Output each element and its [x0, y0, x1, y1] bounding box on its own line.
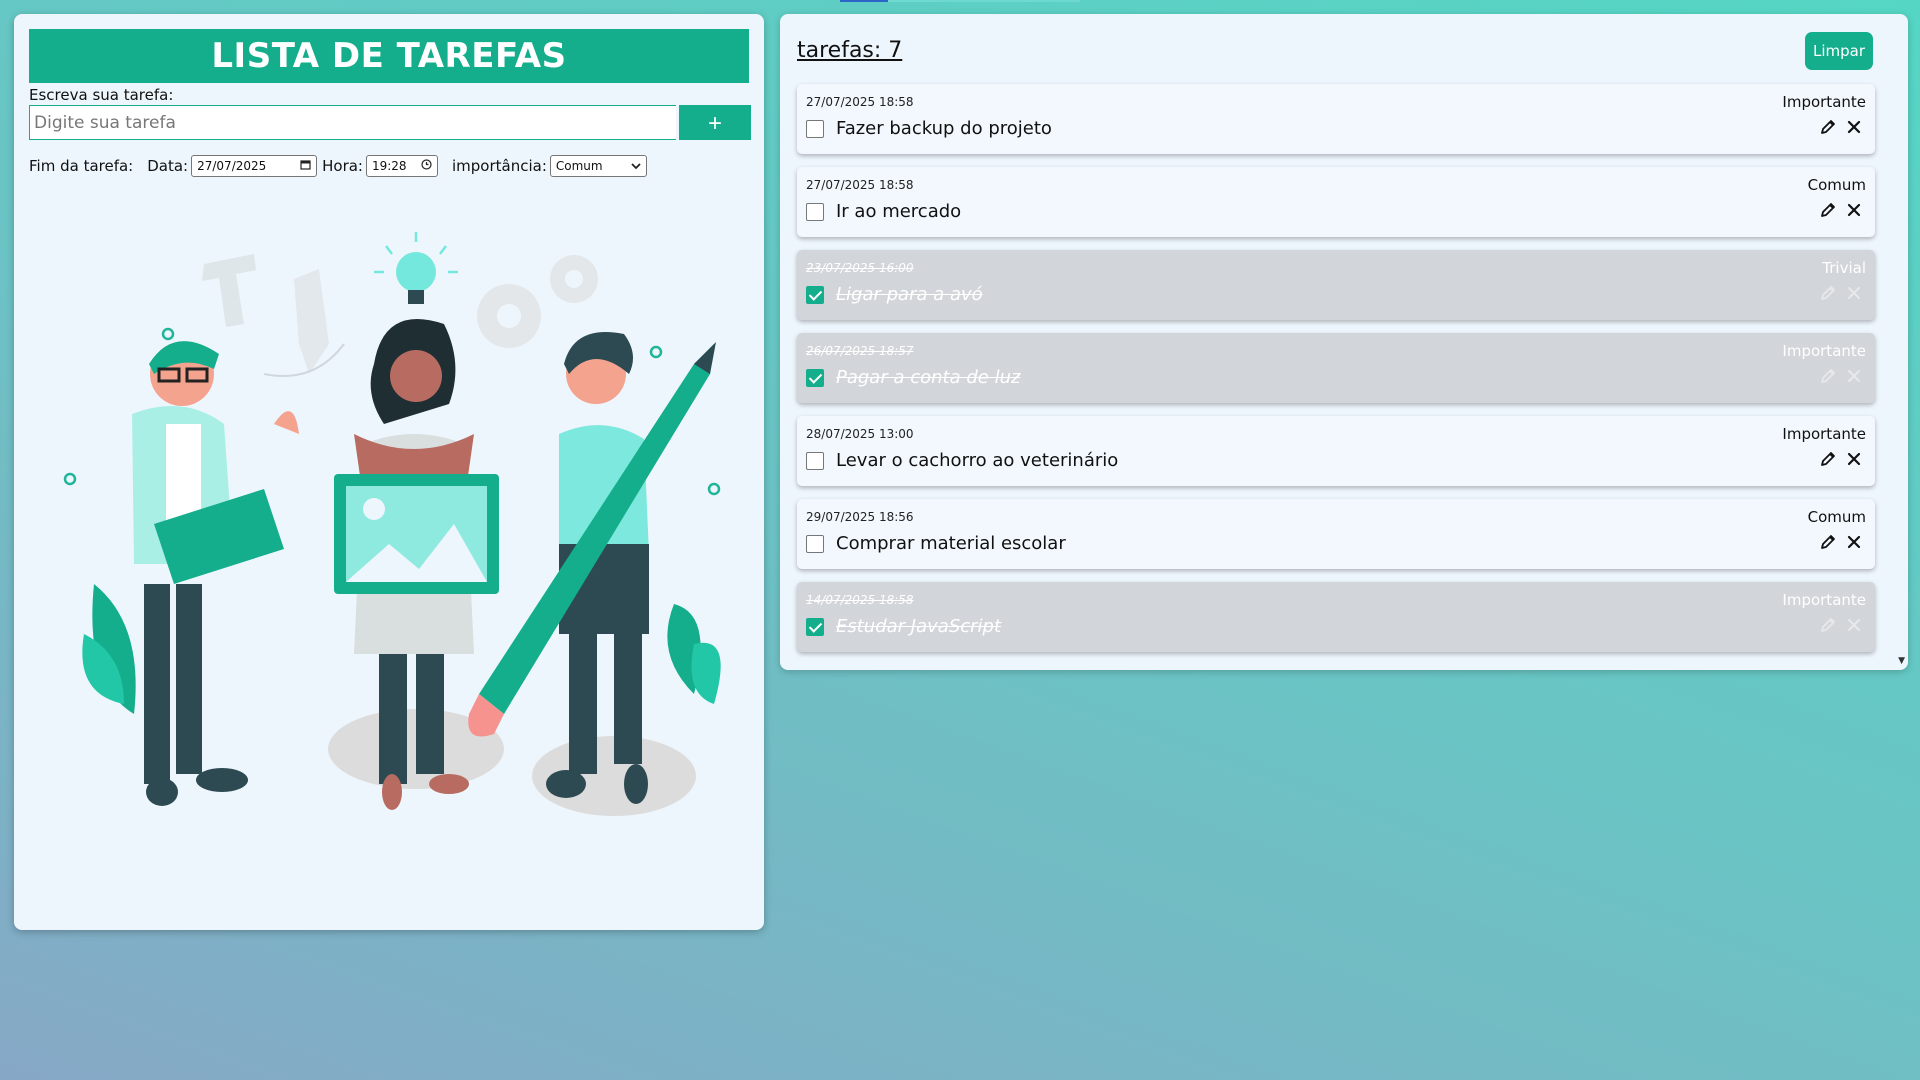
task-text: Ligar para a avó	[836, 284, 983, 305]
task-item: 27/07/2025 18:58 Comum Ir ao mercado	[797, 167, 1875, 237]
task-priority: Importante	[1782, 425, 1866, 443]
close-icon[interactable]	[1845, 450, 1863, 468]
pencil-icon[interactable]	[1819, 367, 1837, 385]
task-text: Comprar material escolar	[836, 533, 1066, 554]
task-count: tarefas: 7	[797, 38, 903, 63]
task-form-panel: LISTA DE TAREFAS Escreva sua tarefa: + F…	[14, 14, 764, 930]
task-input[interactable]	[29, 105, 676, 140]
task-checkbox[interactable]	[806, 369, 824, 387]
scroll-down-arrow[interactable]: ▼	[1898, 656, 1905, 666]
fim-label: Fim da tarefa:	[29, 157, 134, 175]
close-icon[interactable]	[1845, 284, 1863, 302]
task-actions	[1819, 201, 1863, 219]
calendar-icon[interactable]	[300, 159, 311, 173]
task-priority: Comum	[1807, 508, 1866, 526]
importancia-value: Comum	[555, 159, 603, 173]
task-checkbox[interactable]	[806, 120, 824, 138]
task-input-label: Escreva sua tarefa:	[29, 86, 174, 104]
clock-icon[interactable]	[421, 159, 432, 173]
task-date: 23/07/2025 16:00	[806, 261, 914, 275]
pencil-icon[interactable]	[1819, 450, 1837, 468]
task-date: 14/07/2025 18:58	[806, 593, 914, 607]
time-value: 19:28	[371, 159, 407, 173]
pencil-icon[interactable]	[1819, 616, 1837, 634]
close-icon[interactable]	[1845, 367, 1863, 385]
pencil-icon[interactable]	[1819, 284, 1837, 302]
active-tab-indicator	[840, 0, 888, 2]
date-field[interactable]: 27/07/2025	[191, 155, 318, 177]
task-priority: Importante	[1782, 342, 1866, 360]
task-text: Estudar JavaScript	[836, 616, 1002, 637]
task-date: 29/07/2025 18:56	[806, 510, 914, 524]
task-priority: Importante	[1782, 591, 1866, 609]
task-priority: Trivial	[1822, 259, 1866, 277]
task-actions	[1819, 616, 1863, 634]
close-icon[interactable]	[1845, 201, 1863, 219]
task-item: 26/07/2025 18:57 Importante Pagar a conta …	[797, 333, 1875, 403]
deadline-row: Fim da tarefa: Data: 27/07/2025 Hora: 19…	[29, 154, 647, 178]
task-item: 23/07/2025 16:00 Trivial Ligar para a avó	[797, 250, 1875, 320]
close-icon[interactable]	[1845, 533, 1863, 551]
task-checkbox[interactable]	[806, 535, 824, 553]
date-value: 27/07/2025	[197, 159, 267, 173]
pencil-icon[interactable]	[1819, 533, 1837, 551]
team-illustration	[63, 232, 721, 816]
task-priority: Importante	[1782, 93, 1866, 111]
task-item: 29/07/2025 18:56 Comum Comprar material es…	[797, 499, 1875, 569]
clear-button[interactable]: Limpar	[1805, 32, 1873, 70]
task-date: 27/07/2025 18:58	[806, 95, 914, 109]
task-item: 28/07/2025 13:00 Importante Levar o cachor…	[797, 416, 1875, 486]
task-actions	[1819, 118, 1863, 136]
task-checkbox[interactable]	[806, 203, 824, 221]
pencil-icon[interactable]	[1819, 201, 1837, 219]
task-list-panel: tarefas: 7 Limpar 27/07/2025 18:58 Import…	[780, 14, 1908, 670]
task-date: 27/07/2025 18:58	[806, 178, 914, 192]
close-icon[interactable]	[1845, 118, 1863, 136]
task-text: Pagar a conta de luz	[836, 367, 1021, 388]
pencil-icon[interactable]	[1819, 118, 1837, 136]
task-item: 14/07/2025 18:58 Importante Estudar JavaSc…	[797, 582, 1875, 652]
task-text: Ir ao mercado	[836, 201, 962, 222]
task-actions	[1819, 450, 1863, 468]
task-text: Levar o cachorro ao veterinário	[836, 450, 1119, 471]
task-list: 27/07/2025 18:58 Importante Fazer backup d…	[797, 84, 1875, 665]
importancia-label: importância:	[451, 157, 547, 175]
close-icon[interactable]	[1845, 616, 1863, 634]
time-field[interactable]: 19:28	[365, 155, 438, 177]
data-label: Data:	[147, 157, 189, 175]
task-actions	[1819, 533, 1863, 551]
hora-label: Hora:	[322, 157, 363, 175]
task-date: 26/07/2025 18:57	[806, 344, 914, 358]
importancia-select[interactable]: Comum	[549, 155, 647, 177]
task-text: Fazer backup do projeto	[836, 118, 1052, 139]
task-checkbox[interactable]	[806, 618, 824, 636]
task-date: 28/07/2025 13:00	[806, 427, 914, 441]
chevron-down-icon	[631, 160, 641, 173]
top-tab-indicator	[840, 0, 1080, 2]
app-title: LISTA DE TAREFAS	[29, 29, 749, 83]
task-checkbox[interactable]	[806, 452, 824, 470]
add-task-button[interactable]: +	[679, 105, 751, 140]
task-checkbox[interactable]	[806, 286, 824, 304]
task-item: 27/07/2025 18:58 Importante Fazer backup d…	[797, 84, 1875, 154]
task-actions	[1819, 284, 1863, 302]
task-actions	[1819, 367, 1863, 385]
task-priority: Comum	[1807, 176, 1866, 194]
